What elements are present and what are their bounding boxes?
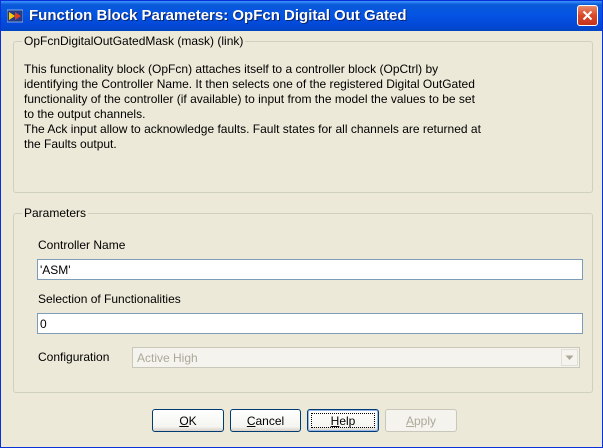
cancel-label-rest: ancel [255,413,285,428]
ok-label-rest: K [188,413,197,428]
ok-mnemonic: O [179,413,189,428]
configuration-value: Active High [137,351,198,365]
title-bar[interactable]: Function Block Parameters: OpFcn Digital… [1,1,602,31]
description-line: identifying the Controller Name. It then… [24,77,475,91]
simulink-block-icon [6,8,24,24]
configuration-select[interactable]: Active High [132,347,580,368]
ok-button[interactable]: OK [152,409,224,432]
description-line: This functionality block (OpFcn) attache… [24,62,439,76]
focus-ring [311,413,375,428]
parameters-group: Parameters Controller Name 'ASM' Selecti… [13,206,593,393]
close-icon [582,10,593,21]
controller-name-label: Controller Name [38,238,126,252]
apply-label-rest: pply [414,413,437,428]
help-button[interactable]: Help [307,409,379,432]
configuration-label: Configuration [38,350,110,364]
description-line: to the output channels. [24,107,146,121]
window-title: Function Block Parameters: OpFcn Digital… [29,7,407,24]
selection-field[interactable]: 0 [37,313,583,334]
controller-name-field[interactable]: 'ASM' [37,259,583,280]
dialog-window: Function Block Parameters: OpFcn Digital… [0,0,603,448]
close-button[interactable] [577,5,598,26]
configuration-dropdown-button[interactable] [561,349,578,366]
apply-button[interactable]: Apply [385,409,457,432]
cancel-mnemonic: C [246,413,256,428]
cancel-button[interactable]: Cancel [230,409,301,432]
description-line: The Ack input allow to acknowledge fault… [24,122,481,136]
apply-mnemonic: A [405,413,414,428]
description-group-legend: OpFcnDigitalOutGatedMask (mask) (link) [22,34,246,48]
selection-label: Selection of Functionalities [38,292,181,306]
parameters-group-legend: Parameters [22,206,89,220]
chevron-down-icon [565,355,574,360]
description-group: OpFcnDigitalOutGatedMask (mask) (link) T… [13,34,596,193]
description-line: the Faults output. [24,137,117,151]
description-line: functionality of the controller (if avai… [24,92,475,106]
description-text: This functionality block (OpFcn) attache… [24,62,596,152]
